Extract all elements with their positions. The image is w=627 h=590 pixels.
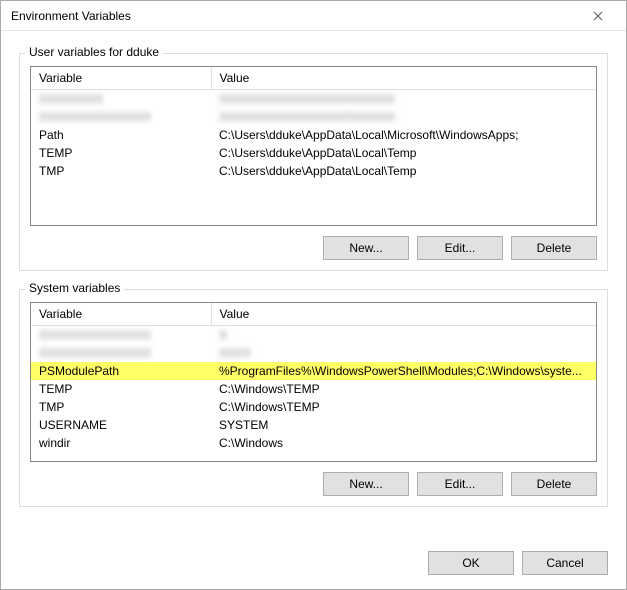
system-vars-buttons: New... Edit... Delete bbox=[30, 472, 597, 496]
cell-variable: TMP bbox=[31, 162, 211, 180]
cell-variable: TEMP bbox=[31, 144, 211, 162]
sys-new-button[interactable]: New... bbox=[323, 472, 409, 496]
table-row[interactable]: XXXXXXXXXXXXXX XXXXXXXXXXXXXXXXXXXXXX bbox=[31, 108, 596, 126]
cell-value: C:\Users\dduke\AppData\Local\Temp bbox=[211, 162, 596, 180]
user-vars-label: User variables for dduke bbox=[25, 45, 163, 59]
user-delete-button[interactable]: Delete bbox=[511, 236, 597, 260]
env-vars-dialog: Environment Variables User variables for… bbox=[0, 0, 627, 590]
cell-value: C:\Windows bbox=[211, 434, 596, 452]
sys-col-variable[interactable]: Variable bbox=[31, 303, 211, 326]
system-vars-group: System variables Variable Value bbox=[19, 289, 608, 507]
cell-value: XXXXXXXXXXXXXXXXXXXXXX bbox=[211, 108, 596, 126]
table-row[interactable]: XXXXXXXXXXXXXX XXXX bbox=[31, 344, 596, 362]
user-vars-box: Variable Value XXXXXXXX XXXXXXXXXXXXXXXX… bbox=[19, 53, 608, 271]
dialog-footer: OK Cancel bbox=[1, 541, 626, 589]
cell-value: SYSTEM bbox=[211, 416, 596, 434]
table-row[interactable]: windir C:\Windows bbox=[31, 434, 596, 452]
cell-value: XXXX bbox=[211, 344, 596, 362]
close-icon[interactable] bbox=[578, 2, 618, 30]
dialog-body: User variables for dduke Variable Value bbox=[1, 31, 626, 541]
user-new-button[interactable]: New... bbox=[323, 236, 409, 260]
sys-col-value[interactable]: Value bbox=[211, 303, 596, 326]
table-row[interactable]: TMP C:\Windows\TEMP bbox=[31, 398, 596, 416]
cell-value: C:\Windows\TEMP bbox=[211, 398, 596, 416]
system-vars-label: System variables bbox=[25, 281, 124, 295]
cancel-button[interactable]: Cancel bbox=[522, 551, 608, 575]
sys-delete-button[interactable]: Delete bbox=[511, 472, 597, 496]
cell-value: %ProgramFiles%\WindowsPowerShell\Modules… bbox=[211, 362, 596, 380]
table-row[interactable]: TMP C:\Users\dduke\AppData\Local\Temp bbox=[31, 162, 596, 180]
cell-variable: USERNAME bbox=[31, 416, 211, 434]
cell-variable: Path bbox=[31, 126, 211, 144]
cell-variable: XXXXXXXX bbox=[31, 90, 211, 109]
table-row[interactable]: TEMP C:\Windows\TEMP bbox=[31, 380, 596, 398]
cell-value: X bbox=[211, 326, 596, 345]
cell-variable: XXXXXXXXXXXXXX bbox=[31, 108, 211, 126]
table-row[interactable]: USERNAME SYSTEM bbox=[31, 416, 596, 434]
cell-value: XXXXXXXXXXXXXXXXXXXXXX bbox=[211, 90, 596, 109]
cell-value: C:\Users\dduke\AppData\Local\Temp bbox=[211, 144, 596, 162]
window-title: Environment Variables bbox=[11, 9, 578, 23]
user-vars-group: User variables for dduke Variable Value bbox=[19, 53, 608, 271]
cell-variable: PSModulePath bbox=[31, 362, 211, 380]
table-row[interactable]: XXXXXXXXXXXXXX X bbox=[31, 326, 596, 345]
user-vars-buttons: New... Edit... Delete bbox=[30, 236, 597, 260]
cell-value: C:\Windows\TEMP bbox=[211, 380, 596, 398]
user-vars-list[interactable]: Variable Value XXXXXXXX XXXXXXXXXXXXXXXX… bbox=[30, 66, 597, 226]
cell-variable: windir bbox=[31, 434, 211, 452]
user-col-value[interactable]: Value bbox=[211, 67, 596, 90]
user-col-variable[interactable]: Variable bbox=[31, 67, 211, 90]
table-row[interactable]: Path C:\Users\dduke\AppData\Local\Micros… bbox=[31, 126, 596, 144]
titlebar: Environment Variables bbox=[1, 1, 626, 31]
cell-variable: TEMP bbox=[31, 380, 211, 398]
system-vars-list[interactable]: Variable Value XXXXXXXXXXXXXX X bbox=[30, 302, 597, 462]
table-row[interactable]: XXXXXXXX XXXXXXXXXXXXXXXXXXXXXX bbox=[31, 90, 596, 109]
cell-variable: XXXXXXXXXXXXXX bbox=[31, 344, 211, 362]
sys-edit-button[interactable]: Edit... bbox=[417, 472, 503, 496]
table-row[interactable]: TEMP C:\Users\dduke\AppData\Local\Temp bbox=[31, 144, 596, 162]
system-vars-box: Variable Value XXXXXXXXXXXXXX X bbox=[19, 289, 608, 507]
table-row-psmodulepath[interactable]: PSModulePath %ProgramFiles%\WindowsPower… bbox=[31, 362, 596, 380]
cell-value: C:\Users\dduke\AppData\Local\Microsoft\W… bbox=[211, 126, 596, 144]
ok-button[interactable]: OK bbox=[428, 551, 514, 575]
cell-variable: XXXXXXXXXXXXXX bbox=[31, 326, 211, 345]
cell-variable: TMP bbox=[31, 398, 211, 416]
user-edit-button[interactable]: Edit... bbox=[417, 236, 503, 260]
